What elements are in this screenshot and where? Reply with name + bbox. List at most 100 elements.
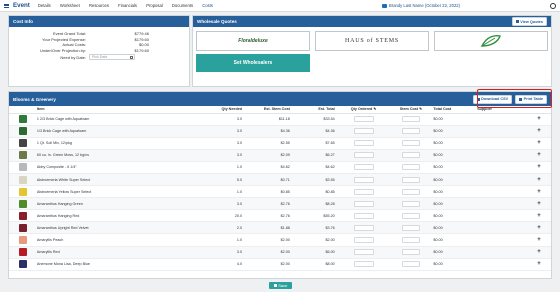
col-item: Item: [36, 106, 203, 114]
add-supplier-cell: +: [527, 125, 551, 138]
stem-cost-input[interactable]: [401, 200, 420, 207]
wholesaler-logo-floraldeluxe[interactable]: Floraldeluxe: [196, 31, 310, 51]
qty-ordered-input[interactable]: [353, 200, 374, 207]
stem-cost-cell: [388, 125, 434, 138]
stem-cost-input[interactable]: [401, 164, 420, 171]
stem-cost-cell: [388, 185, 434, 199]
add-icon[interactable]: +: [537, 213, 541, 219]
qty-ordered-input[interactable]: [353, 176, 374, 183]
add-icon[interactable]: +: [537, 261, 541, 267]
stem-cost-input[interactable]: [401, 212, 420, 219]
calendar-icon: [382, 3, 387, 8]
supplier-cell: [477, 137, 528, 150]
qty-ordered-cell: [338, 209, 389, 223]
add-icon[interactable]: +: [537, 201, 541, 207]
wholesaler-logo-haus-of-stems[interactable]: HAUS of STEMS: [315, 31, 429, 51]
col-total-cost: Total Cost: [433, 106, 478, 114]
nav-documents[interactable]: Documents: [172, 3, 193, 8]
save-icon: [273, 284, 277, 287]
set-wholesalers-button[interactable]: Set Wholesalers: [196, 54, 310, 72]
save-button[interactable]: Save: [269, 282, 292, 289]
item-thumbnail: [18, 187, 27, 196]
qty-ordered-input[interactable]: [353, 152, 374, 159]
add-icon[interactable]: +: [537, 152, 541, 158]
cost-value: $779.46: [134, 31, 149, 37]
table-row: 60 cu. in. Green Moss, 12 bg/cs 3.0 $2.09 $…: [9, 149, 551, 162]
qty-ordered-input[interactable]: [353, 249, 374, 256]
qty-ordered-cell: [338, 221, 389, 235]
table-row: Abby Composite - 6 1/4" 1.0 $4.62 $4.62 $0.0…: [9, 161, 551, 174]
est-stem-cost: $11.18: [248, 113, 294, 126]
stem-cost-input[interactable]: [401, 261, 420, 268]
add-icon[interactable]: +: [537, 177, 541, 183]
est-total: $7.65: [293, 137, 339, 150]
nav-proposal[interactable]: Proposal: [146, 3, 163, 8]
stem-cost-input[interactable]: [401, 236, 420, 243]
est-stem-cost: $4.62: [248, 161, 294, 174]
add-icon[interactable]: +: [537, 249, 541, 255]
qty-ordered-input[interactable]: [353, 164, 374, 171]
qty-ordered-input[interactable]: [353, 116, 374, 123]
menu-icon[interactable]: [4, 3, 9, 8]
item-thumbnail: [18, 260, 27, 269]
cost-value: $179.60: [134, 36, 149, 42]
thumb-cell: [9, 185, 37, 199]
item-name: 1 2/3 Brick Cage with Aquafoam: [36, 113, 203, 126]
table-row: Anemone Mona Lisa, Deep Blue 4.0 $2.00 $8.0…: [9, 258, 551, 271]
event-selector[interactable]: Brandy Last Name (October 22, 2022): [382, 3, 460, 8]
stem-cost-input[interactable]: [401, 249, 420, 256]
est-stem-cost: $2.55: [248, 137, 294, 150]
item-name: Amaranthus Hanging Red: [36, 209, 203, 223]
qty-ordered-input[interactable]: [353, 236, 374, 243]
nav-costs[interactable]: Costs: [202, 3, 213, 8]
event-label: Brandy Last Name (October 22, 2022): [389, 3, 460, 8]
stem-cost-cell: [388, 209, 434, 223]
stem-cost-input[interactable]: [401, 188, 420, 195]
view-quotes-button[interactable]: View Quotes: [511, 17, 547, 26]
app-title: Event: [13, 2, 30, 9]
est-total: $3.76: [293, 221, 339, 235]
stem-cost-input[interactable]: [401, 176, 420, 183]
stem-cost-input[interactable]: [401, 224, 420, 231]
stem-cost-input[interactable]: [401, 128, 420, 135]
stem-cost-cell: [388, 221, 434, 235]
col-qty-needed: Qty Needed: [202, 106, 249, 114]
item-name: Alstroemeria White Super Select: [36, 173, 203, 187]
add-icon[interactable]: +: [537, 189, 541, 195]
add-supplier-cell: +: [527, 113, 551, 126]
add-icon[interactable]: +: [537, 237, 541, 243]
est-total: $8.28: [293, 197, 339, 211]
qty-ordered-input[interactable]: [353, 188, 374, 195]
col-thumb: [9, 106, 37, 114]
nav-worksheet[interactable]: Worksheet: [60, 3, 80, 8]
nav-financials[interactable]: Financials: [118, 3, 137, 8]
stem-cost-input[interactable]: [401, 116, 420, 123]
user-icon[interactable]: [550, 2, 556, 9]
cost-label: Under/Over Projection by:: [39, 47, 86, 53]
est-total: $0.85: [293, 185, 339, 199]
nav-resources[interactable]: Resources: [89, 3, 109, 8]
blooms-table: Item Qty Needed Est. Stem Cost Est. Tota…: [9, 106, 551, 271]
add-icon[interactable]: +: [537, 140, 541, 146]
table-row: 1 2/3 Brick Cage with Aquafoam 3.0 $11.18 $…: [9, 113, 551, 126]
nav-details[interactable]: Details: [38, 3, 51, 8]
qty-ordered-input[interactable]: [353, 224, 374, 231]
add-icon[interactable]: +: [537, 225, 541, 231]
supplier-cell: [477, 221, 528, 235]
qty-ordered-input[interactable]: [353, 212, 374, 219]
supplier-cell: [477, 258, 528, 271]
qty-ordered-input[interactable]: [353, 140, 374, 147]
qty-needed: 3.0: [202, 197, 249, 211]
item-thumbnail: [18, 115, 27, 124]
cost-info-body: Event Grand Total: $779.46 Your Projected…: [9, 27, 189, 61]
wholesaler-logo-leaf[interactable]: [434, 31, 548, 51]
qty-ordered-input[interactable]: [353, 261, 374, 268]
need-by-date-input[interactable]: Pick Date: [89, 54, 135, 60]
stem-cost-cell: [388, 197, 434, 211]
add-icon[interactable]: +: [537, 116, 541, 122]
add-icon[interactable]: +: [537, 128, 541, 134]
stem-cost-input[interactable]: [401, 152, 420, 159]
stem-cost-input[interactable]: [401, 140, 420, 147]
add-icon[interactable]: +: [537, 164, 541, 170]
qty-ordered-input[interactable]: [353, 128, 374, 135]
